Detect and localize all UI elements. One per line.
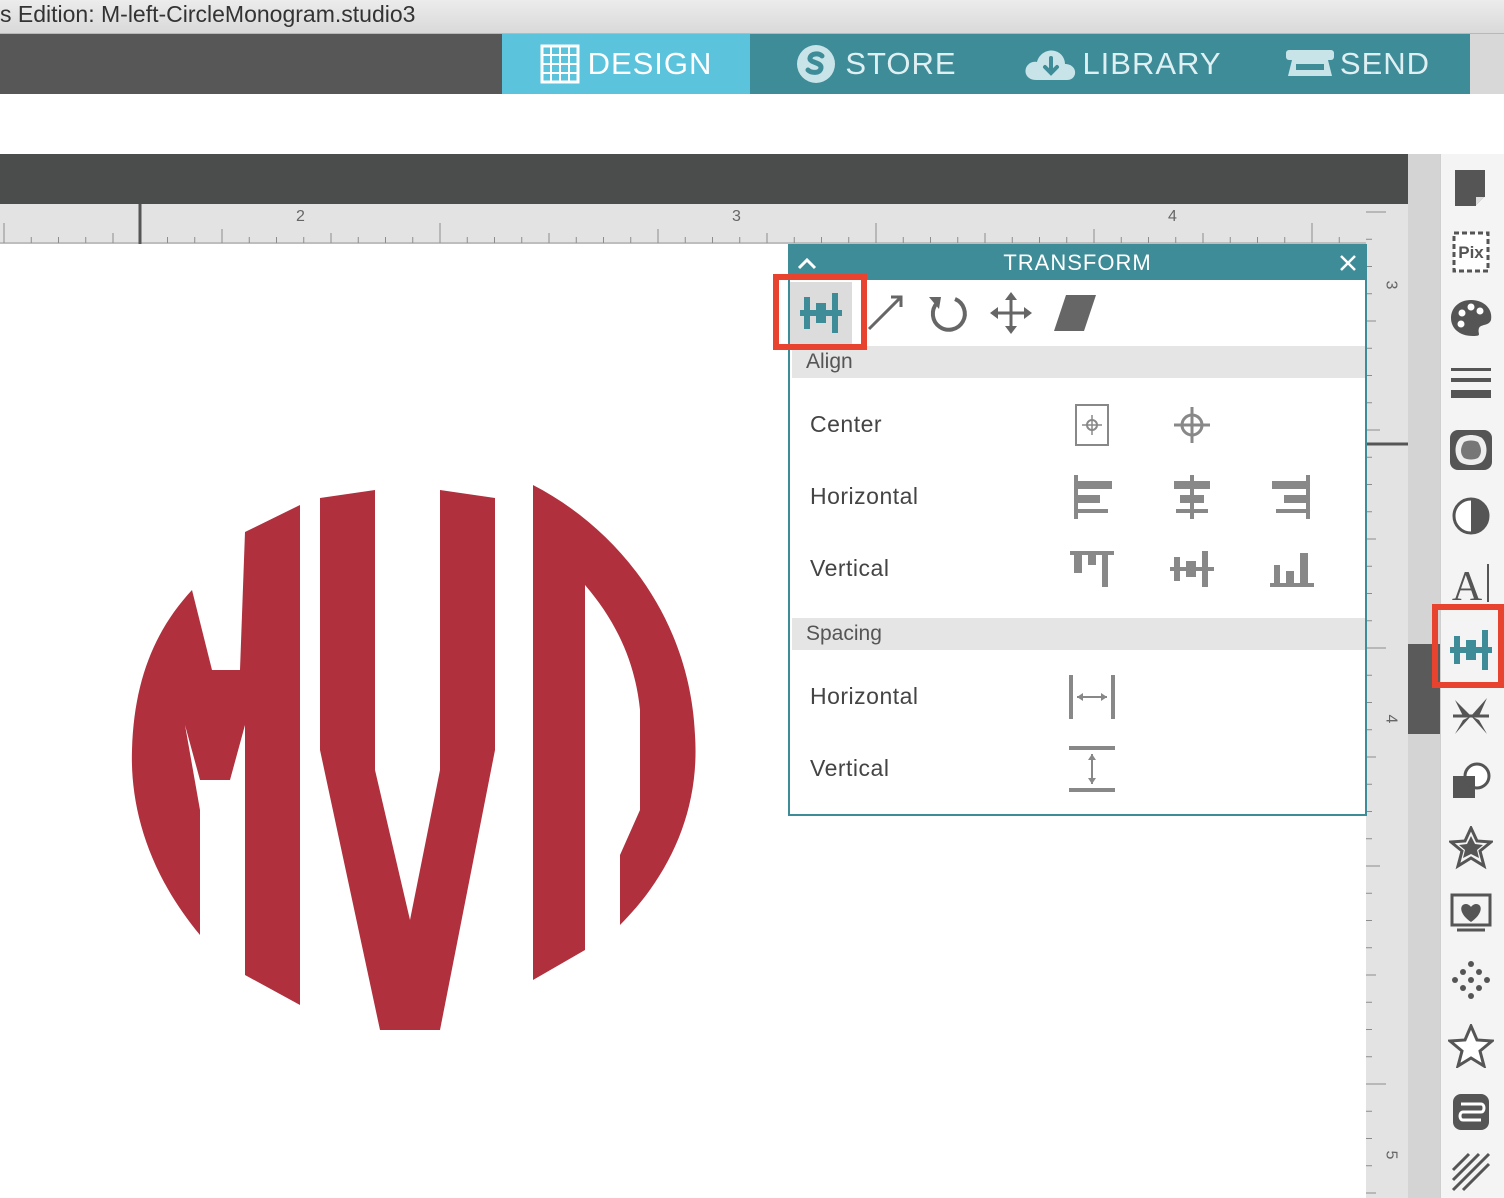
align-right-icon[interactable] bbox=[1266, 471, 1318, 523]
line-style-icon[interactable] bbox=[1445, 356, 1497, 412]
align-center-label: Center bbox=[810, 411, 883, 437]
pixscan-label: Pix bbox=[1458, 243, 1484, 262]
offset-icon[interactable] bbox=[1445, 820, 1497, 876]
ruler-label-4: 4 bbox=[1168, 208, 1177, 225]
silhouette-s-icon bbox=[795, 43, 837, 85]
center-icon[interactable] bbox=[1166, 399, 1218, 451]
tab-send-label: SEND bbox=[1339, 46, 1431, 81]
spacing-vertical-label: Vertical bbox=[810, 755, 890, 781]
cutter-icon bbox=[1282, 44, 1338, 84]
tab-store-label: STORE bbox=[845, 46, 957, 81]
spacing-horizontal-label: Horizontal bbox=[810, 683, 919, 709]
text-style-icon[interactable]: A bbox=[1445, 554, 1497, 610]
fill-color-icon[interactable] bbox=[1445, 290, 1497, 346]
contrast-icon[interactable] bbox=[1445, 488, 1497, 544]
tab-library-label: LIBRARY bbox=[1082, 46, 1222, 81]
vruler-label-3: 3 bbox=[1382, 280, 1400, 290]
move-tab-icon[interactable] bbox=[980, 282, 1042, 344]
horizontal-ruler-ticks bbox=[0, 204, 1366, 244]
replicate-icon[interactable] bbox=[1445, 688, 1497, 744]
align-horizontal-label: Horizontal bbox=[810, 483, 919, 509]
cloud-download-icon bbox=[1022, 44, 1080, 84]
grid-icon bbox=[540, 44, 580, 84]
align-center-horizontal-icon[interactable] bbox=[1166, 471, 1218, 523]
nav-tabs: DESIGN STORE LIBRARY SEND bbox=[502, 34, 1470, 94]
tab-design[interactable]: DESIGN bbox=[502, 34, 750, 94]
pattern-icon[interactable] bbox=[1445, 1150, 1497, 1194]
trace-icon[interactable] bbox=[1445, 886, 1497, 942]
ruler-label-3: 3 bbox=[732, 208, 741, 225]
close-icon[interactable] bbox=[1331, 246, 1365, 280]
window-titlebar: s Edition: M-left-CircleMonogram.studio3 bbox=[0, 0, 1504, 34]
favorites-icon[interactable] bbox=[1445, 1018, 1497, 1074]
center-to-page-icon[interactable] bbox=[1066, 399, 1118, 451]
pixscan-icon[interactable]: Pix bbox=[1445, 224, 1497, 280]
align-top-icon[interactable] bbox=[1066, 543, 1118, 595]
tab-design-label: DESIGN bbox=[587, 46, 713, 81]
align-section-heading: Align bbox=[792, 346, 1365, 378]
svg-text:A: A bbox=[1452, 564, 1483, 604]
vruler-label-5: 5 bbox=[1382, 1150, 1400, 1160]
transform-panel: TRANSFORM Align Center Horizontal Vertic… bbox=[788, 244, 1367, 816]
spacing-section-heading: Spacing bbox=[792, 618, 1365, 650]
mva-monogram[interactable] bbox=[120, 480, 720, 1045]
page-setup-icon[interactable] bbox=[1445, 160, 1497, 216]
tab-library[interactable]: LIBRARY bbox=[1002, 34, 1242, 94]
window-title: s Edition: M-left-CircleMonogram.studio3 bbox=[0, 1, 416, 27]
tab-store[interactable]: STORE bbox=[750, 34, 1002, 94]
canvas-header-bar bbox=[0, 154, 1440, 204]
space-vertical-icon[interactable] bbox=[1066, 743, 1118, 795]
transform-panel-header: TRANSFORM bbox=[790, 246, 1365, 280]
align-vertical-label: Vertical bbox=[810, 555, 890, 581]
vertical-ruler: 3 4 5 bbox=[1366, 204, 1408, 1198]
nav-right-edge bbox=[1470, 34, 1504, 94]
top-nav-bar: DESIGN STORE LIBRARY SEND bbox=[0, 34, 1504, 94]
align-left-icon[interactable] bbox=[1066, 471, 1118, 523]
horizontal-ruler: 2 3 4 bbox=[0, 204, 1366, 244]
vertical-ruler-ticks bbox=[1366, 211, 1408, 1194]
ruler-label-2: 2 bbox=[296, 208, 305, 225]
layers-icon[interactable] bbox=[1445, 1084, 1497, 1140]
transform-panel-title: TRANSFORM bbox=[1003, 250, 1152, 275]
tab-send[interactable]: SEND bbox=[1242, 34, 1470, 94]
align-bottom-icon[interactable] bbox=[1266, 543, 1318, 595]
rotate-tab-icon[interactable] bbox=[916, 282, 978, 344]
vruler-label-4: 4 bbox=[1382, 714, 1400, 724]
space-horizontal-icon[interactable] bbox=[1066, 671, 1118, 723]
shear-tab-icon[interactable] bbox=[1044, 282, 1106, 344]
design-store-icon[interactable] bbox=[1445, 952, 1497, 1008]
highlight-transform-sidebar bbox=[1432, 604, 1504, 688]
highlight-align-tab bbox=[773, 274, 867, 350]
image-effects-icon[interactable] bbox=[1445, 422, 1497, 478]
toolbar-area bbox=[0, 94, 1504, 154]
modify-icon[interactable] bbox=[1445, 754, 1497, 810]
align-middle-vertical-icon[interactable] bbox=[1166, 543, 1218, 595]
